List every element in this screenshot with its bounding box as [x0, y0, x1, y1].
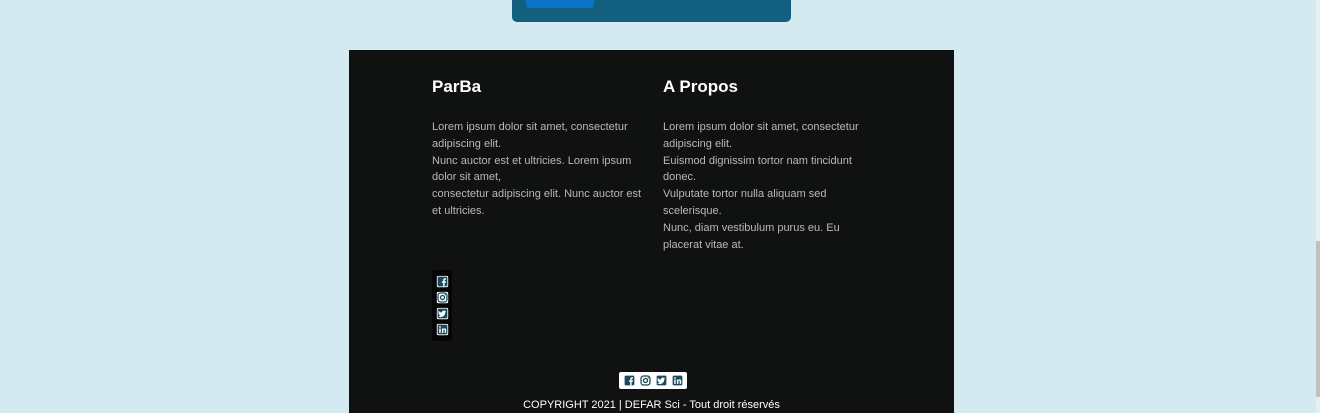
text-line: Vulputate tortor nulla aliquam sed scele…	[663, 188, 827, 217]
twitter-icon[interactable]	[436, 307, 449, 320]
scrollbar-thumb[interactable]	[1316, 241, 1320, 397]
instagram-icon[interactable]	[639, 374, 652, 387]
page: ParBa Lorem ipsum dolor sit amet, consec…	[0, 0, 1320, 413]
top-card	[512, 0, 791, 22]
footer-column-title: ParBa	[432, 77, 482, 96]
footer-column-text: Lorem ipsum dolor sit amet, consectetur …	[432, 119, 644, 220]
scrollbar[interactable]	[1316, 0, 1320, 413]
instagram-icon[interactable]	[436, 291, 449, 304]
text-line: Nunc auctor est et ultricies. Lorem ipsu…	[432, 154, 632, 184]
facebook-icon[interactable]	[623, 374, 636, 387]
facebook-icon[interactable]	[436, 275, 449, 288]
footer-column-a-propos: A Propos Lorem ipsum dolor sit amet, con…	[663, 77, 863, 253]
text-line: Nunc, diam vestibulum purus eu. Eu place…	[663, 221, 840, 251]
copyright-text: COPYRIGHT 2021 | DEFAR Sci - Tout droit …	[523, 399, 780, 411]
social-links-vertical	[432, 270, 452, 341]
twitter-icon[interactable]	[655, 374, 668, 387]
footer-column-title: A Propos	[663, 77, 738, 96]
text-line: Lorem ipsum dolor sit amet, consectetur …	[663, 121, 859, 150]
top-card-button[interactable]	[526, 0, 594, 8]
linkedin-icon[interactable]	[436, 323, 449, 336]
text-line: Euismod dignissim tortor nam tincidunt d…	[663, 154, 852, 184]
footer: ParBa Lorem ipsum dolor sit amet, consec…	[349, 50, 954, 413]
text-line: consectetur adipiscing elit. Nunc auctor…	[432, 188, 642, 217]
footer-column-text: Lorem ipsum dolor sit amet, consectetur …	[663, 119, 863, 253]
social-links-horizontal	[619, 372, 687, 389]
text-line: Lorem ipsum dolor sit amet, consectetur …	[432, 121, 628, 150]
linkedin-icon[interactable]	[671, 374, 684, 387]
footer-column-parba: ParBa Lorem ipsum dolor sit amet, consec…	[432, 77, 644, 220]
